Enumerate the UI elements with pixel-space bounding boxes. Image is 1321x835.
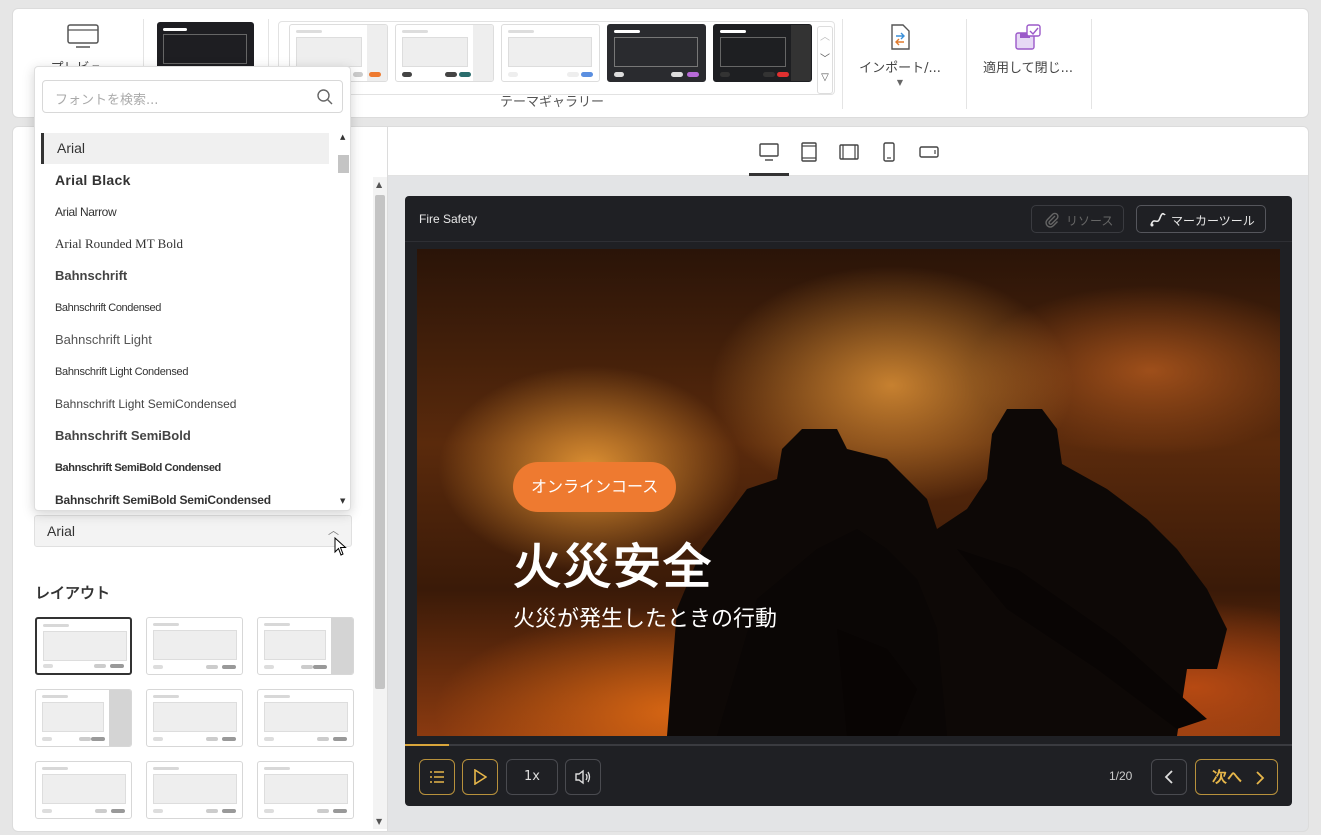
chevron-down-icon[interactable]: ﹀ bbox=[818, 49, 832, 71]
chevron-up-icon[interactable]: ︿ bbox=[818, 27, 832, 49]
search-icon bbox=[317, 89, 333, 105]
font-item-arial-black[interactable]: Arial Black bbox=[35, 164, 335, 196]
marker-tool-label: マーカーツール bbox=[1171, 214, 1255, 228]
monitor-icon bbox=[67, 24, 99, 48]
import-label: インポート/... bbox=[859, 61, 941, 76]
font-select-value: Arial bbox=[47, 523, 76, 539]
theme-gallery bbox=[278, 21, 835, 95]
layout-option-6[interactable] bbox=[257, 689, 354, 747]
marker-tool-button[interactable]: マーカーツール bbox=[1136, 205, 1266, 233]
scroll-thumb[interactable] bbox=[375, 195, 385, 689]
slide-subtitle: 火災が発生したときの行動 bbox=[513, 607, 778, 632]
layout-option-8[interactable] bbox=[146, 761, 243, 819]
play-icon bbox=[474, 768, 488, 786]
volume-button[interactable] bbox=[565, 759, 601, 795]
font-search-input[interactable]: フォントを検索... bbox=[42, 80, 343, 113]
next-button[interactable]: 次へ bbox=[1195, 759, 1278, 795]
layout-section-title: レイアウト bbox=[35, 584, 111, 602]
font-item-arial[interactable]: Arial bbox=[41, 133, 329, 164]
font-search-placeholder: フォントを検索... bbox=[55, 93, 159, 108]
marker-pen-icon bbox=[1150, 212, 1166, 227]
preview-area: Fire Safety リソース マーカーツール オンラインコース 火災安全 火… bbox=[388, 126, 1309, 832]
device-toolbar bbox=[388, 127, 1308, 176]
theme-thumbnail-4[interactable] bbox=[607, 24, 706, 82]
progress-bar[interactable] bbox=[405, 744, 1292, 746]
layout-option-3[interactable] bbox=[257, 617, 354, 675]
font-list: Arial Arial Black Arial Narrow Arial Rou… bbox=[35, 131, 335, 510]
online-course-pill: オンラインコース bbox=[513, 462, 677, 512]
theme-thumbnail-3[interactable] bbox=[501, 24, 600, 82]
scroll-up-icon[interactable]: ▲ bbox=[340, 133, 345, 141]
divider bbox=[842, 19, 843, 109]
divider bbox=[966, 19, 967, 109]
apply-close-label: 適用して閉じ... bbox=[982, 61, 1073, 76]
font-item-arial-narrow[interactable]: Arial Narrow bbox=[35, 196, 335, 228]
gallery-scroll[interactable]: ︿ ﹀ ▽ bbox=[817, 26, 833, 94]
tablet-landscape-icon[interactable] bbox=[838, 141, 860, 163]
expand-gallery-icon[interactable]: ▽ bbox=[818, 71, 832, 85]
course-player: Fire Safety リソース マーカーツール オンラインコース 火災安全 火… bbox=[405, 196, 1292, 806]
mouse-cursor-icon bbox=[334, 537, 347, 556]
file-import-icon bbox=[891, 24, 910, 50]
font-select[interactable]: Arial ︿ bbox=[34, 515, 352, 547]
theme-thumbnail-5[interactable] bbox=[713, 24, 812, 82]
font-item-bahnschrift-light-condensed[interactable]: Bahnschrift Light Condensed bbox=[35, 356, 335, 388]
font-item-bahnschrift-semibold-condensed[interactable]: Bahnschrift SemiBold Condensed bbox=[35, 452, 335, 484]
left-panel-scrollbar[interactable]: ▲ ▼ bbox=[373, 177, 387, 829]
page-indicator: 1/20 bbox=[1109, 769, 1133, 783]
chevron-up-icon: ︿ bbox=[328, 525, 339, 537]
font-list-scrollbar[interactable]: ▲ ▼ bbox=[337, 131, 350, 510]
paperclip-icon bbox=[1045, 212, 1059, 228]
resources-label: リソース bbox=[1066, 214, 1114, 228]
layout-option-4[interactable] bbox=[35, 689, 132, 747]
desktop-icon[interactable] bbox=[758, 141, 780, 163]
divider bbox=[1091, 19, 1092, 109]
import-button[interactable]: インポート/... ▼ bbox=[856, 23, 944, 87]
tablet-portrait-icon[interactable] bbox=[798, 141, 820, 163]
course-title: Fire Safety bbox=[419, 212, 478, 226]
progress-fill bbox=[405, 744, 450, 746]
active-device-indicator bbox=[749, 173, 789, 176]
slide-canvas: オンラインコース 火災安全 火災が発生したときの行動 bbox=[417, 249, 1280, 736]
chevron-left-icon bbox=[1164, 770, 1173, 784]
scroll-thumb[interactable] bbox=[338, 155, 349, 173]
chevron-right-icon bbox=[1256, 771, 1265, 785]
font-item-bahnschrift[interactable]: Bahnschrift bbox=[35, 260, 335, 292]
playback-speed-button[interactable]: 1x bbox=[506, 759, 558, 795]
slide-title: 火災安全 bbox=[513, 539, 714, 595]
resources-button[interactable]: リソース bbox=[1031, 205, 1125, 233]
phone-landscape-icon[interactable] bbox=[918, 141, 940, 163]
menu-button[interactable] bbox=[419, 759, 455, 795]
previous-button[interactable] bbox=[1151, 759, 1187, 795]
gallery-label: テーマギャラリー bbox=[500, 95, 605, 110]
font-dropdown: フォントを検索... Arial Arial Black Arial Narro… bbox=[34, 66, 351, 511]
scroll-down-icon[interactable]: ▼ bbox=[376, 817, 382, 826]
next-label: 次へ bbox=[1212, 768, 1243, 786]
speaker-icon bbox=[575, 769, 591, 785]
layout-option-5[interactable] bbox=[146, 689, 243, 747]
layout-option-9[interactable] bbox=[257, 761, 354, 819]
list-icon bbox=[430, 771, 444, 783]
font-item-arial-rounded[interactable]: Arial Rounded MT Bold bbox=[35, 228, 335, 260]
font-item-bahnschrift-light[interactable]: Bahnschrift Light bbox=[35, 324, 335, 356]
caret-down-icon: ▼ bbox=[896, 78, 904, 87]
theme-thumbnail-2[interactable] bbox=[395, 24, 494, 82]
scroll-down-icon[interactable]: ▼ bbox=[340, 497, 345, 505]
scroll-up-icon[interactable]: ▲ bbox=[376, 180, 382, 189]
play-button[interactable] bbox=[462, 759, 498, 795]
font-item-bahnschrift-light-semicondensed[interactable]: Bahnschrift Light SemiCondensed bbox=[35, 388, 335, 420]
layout-option-1[interactable] bbox=[35, 617, 132, 675]
save-apply-icon bbox=[1015, 24, 1041, 50]
font-item-bahnschrift-semibold-semicondensed[interactable]: Bahnschrift SemiBold SemiCondensed bbox=[35, 484, 335, 510]
font-item-bahnschrift-semibold[interactable]: Bahnschrift SemiBold bbox=[35, 420, 335, 452]
player-header: Fire Safety リソース マーカーツール bbox=[405, 196, 1292, 242]
phone-portrait-icon[interactable] bbox=[878, 141, 900, 163]
font-item-bahnschrift-condensed[interactable]: Bahnschrift Condensed bbox=[35, 292, 335, 324]
apply-close-button[interactable]: 適用して閉じ... bbox=[979, 23, 1077, 76]
layout-option-2[interactable] bbox=[146, 617, 243, 675]
layout-option-7[interactable] bbox=[35, 761, 132, 819]
